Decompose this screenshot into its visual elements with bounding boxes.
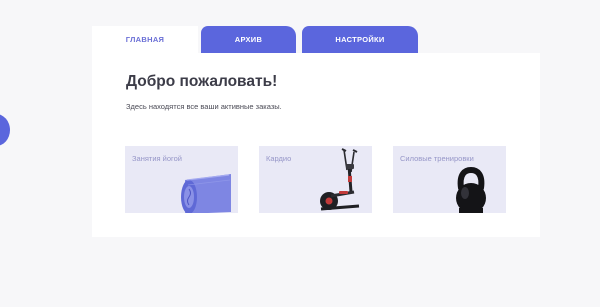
- card-label: Занятия йогой: [132, 154, 182, 163]
- category-card-yoga[interactable]: Занятия йогой: [125, 146, 238, 213]
- page-title: Добро пожаловать!: [126, 73, 278, 90]
- tab-home[interactable]: ГЛАВНАЯ: [92, 26, 198, 53]
- category-card-strength[interactable]: Силовые тренировки: [393, 146, 506, 213]
- side-menu-toggle[interactable]: [0, 114, 10, 146]
- main-panel: Добро пожаловать! Здесь находятся все ва…: [92, 53, 540, 237]
- tab-settings[interactable]: НАСТРОЙКИ: [302, 26, 418, 53]
- page-subtitle: Здесь находятся все ваши активные заказы…: [126, 102, 282, 111]
- card-label: Силовые тренировки: [400, 154, 474, 163]
- card-label: Кардио: [266, 154, 292, 163]
- category-card-cardio[interactable]: Кардио: [259, 146, 372, 213]
- tab-archive[interactable]: АРХИВ: [201, 26, 296, 53]
